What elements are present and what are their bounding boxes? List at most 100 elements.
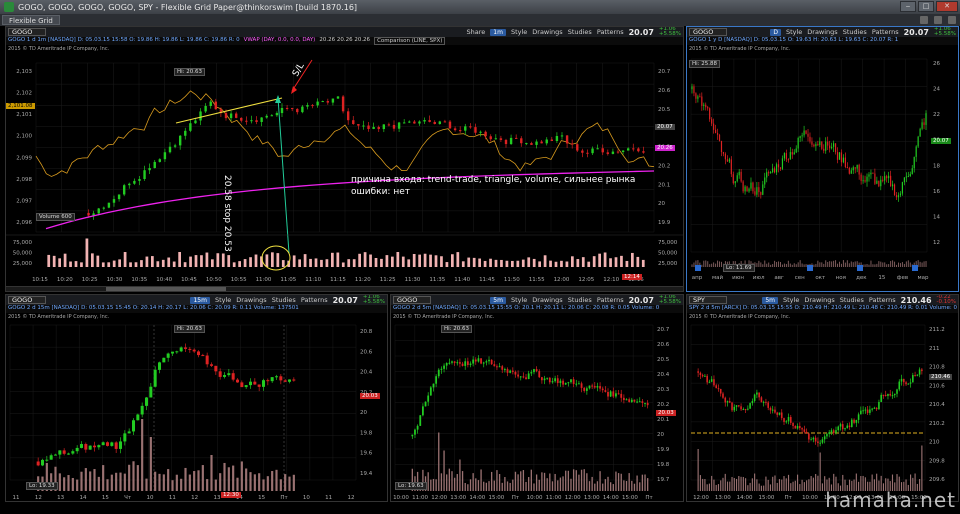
m5-candle (498, 366, 501, 368)
spy-candle (871, 408, 873, 410)
daily-candle (876, 180, 878, 184)
y-tick-label: 19.7 (657, 477, 670, 483)
volume-study-label[interactable]: Volume 600 (36, 213, 75, 221)
scrollbar-thumb[interactable] (106, 287, 226, 291)
volume-bar (751, 478, 753, 491)
x-tick-label: авг (774, 275, 784, 281)
last-price-tag: 20.07 (931, 138, 951, 144)
volume-bar (533, 483, 535, 491)
app-icon (4, 2, 14, 12)
chart-panel-15m: GOGO 15m Style Drawings Studies Patterns… (5, 294, 388, 502)
volume-bar (385, 255, 389, 267)
daily-candle (850, 170, 852, 174)
volume-bar (897, 262, 899, 267)
spy-candle (792, 422, 794, 427)
price-chart-main[interactable]: 2,103 2,102 2,101 2,100 2,099 2,098 2,097 2,096… (6, 27, 684, 292)
main-candle (178, 135, 182, 146)
volume-bar (210, 455, 213, 491)
main-candle (128, 183, 131, 186)
volume-bar (238, 261, 241, 267)
y-tick-label: 20.8 (360, 329, 373, 335)
price-chart-5m[interactable]: 20.7 20.6 20.5 20.4 20.3 20.2 20.1 20 19.9 19.8 19… (391, 295, 684, 502)
volume-bar (205, 252, 209, 267)
minimize-button[interactable]: ‒ (900, 1, 916, 12)
x-tick-label: 12 (191, 495, 198, 501)
maximize-button[interactable]: □ (918, 1, 934, 12)
volume-bar (429, 254, 432, 267)
y-tick-label: 2,102 (16, 91, 32, 97)
volume-bar (438, 432, 440, 491)
daily-candle (913, 156, 915, 169)
daily-candle (821, 141, 823, 149)
volume-bar (724, 473, 726, 491)
price-chart-daily[interactable]: 2624222018161412апрмайиюниюлавгсеноктноя… (687, 27, 959, 292)
m5-candle (466, 361, 469, 365)
volume-bar (896, 264, 898, 267)
price-chart-spy[interactable]: 211.2 211 210.8 210.6 210.4 210.2 210 209.8 209.… (687, 295, 959, 502)
earnings-marker-icon (912, 265, 918, 271)
m5-candle (456, 362, 459, 364)
daily-candle (909, 174, 911, 177)
x-tick-label: 12:10 (603, 277, 619, 283)
x-tick-label: 10:00 (527, 495, 543, 501)
volume-bar (193, 471, 196, 491)
volume-bar (870, 260, 872, 267)
volume-bar (617, 473, 620, 491)
grid-layout-icon[interactable] (920, 16, 928, 24)
volume-bar (445, 262, 449, 267)
last-price-tag: 20.03 (360, 393, 380, 399)
volume-bar (265, 254, 269, 267)
volume-bar (806, 480, 808, 491)
m15-candle (210, 364, 213, 366)
x-tick-label: 10:55 (231, 277, 247, 283)
daily-candle (787, 159, 789, 161)
m5-candle (601, 388, 604, 391)
time-scrollbar[interactable] (6, 286, 683, 291)
x-tick-label: 12:00 (565, 495, 581, 501)
daily-candle (773, 168, 776, 173)
y-tick-label: 19.8 (657, 462, 670, 468)
annotation-stop-price: 20.58 stop 20.53 (222, 175, 232, 252)
daily-candle (770, 172, 772, 174)
volume-bar (504, 477, 506, 491)
gear-icon[interactable] (948, 16, 956, 24)
volume-bar (785, 478, 787, 491)
m15-candle (132, 420, 135, 432)
y-tick-label: 20.1 (658, 182, 670, 188)
daily-candle (766, 172, 768, 178)
volume-bar (596, 481, 599, 491)
spy-candle (756, 392, 758, 395)
volume-bar (805, 264, 807, 267)
x-tick-label: 15:00 (758, 495, 774, 501)
x-tick-label: Пт (512, 495, 520, 501)
volume-bar (134, 262, 138, 267)
daily-candle (891, 184, 894, 187)
main-candle (87, 212, 90, 216)
close-button[interactable]: ✕ (936, 1, 958, 12)
volume-bar (423, 253, 427, 267)
spy-candle (866, 409, 869, 413)
spy-candle (776, 412, 779, 415)
volume-bar (214, 479, 217, 491)
m5-candle (501, 366, 504, 370)
spy-candle (918, 369, 921, 375)
daily-candle (842, 157, 845, 163)
volume-bar (509, 482, 511, 491)
tab-flexible-grid[interactable]: Flexible Grid (2, 15, 60, 25)
daily-candle (740, 171, 742, 182)
volume-bar (844, 262, 846, 267)
main-candle (352, 120, 355, 125)
m5-candle (607, 391, 609, 397)
x-tick-label: 10:15 (32, 277, 48, 283)
volume-bar (500, 259, 503, 267)
volume-bar (119, 472, 122, 491)
volume-bar (850, 261, 852, 267)
x-tick-label: 10 (147, 495, 154, 501)
main-candle (555, 136, 559, 141)
sl-arrow-head (291, 86, 297, 94)
volume-bar (588, 481, 591, 491)
daily-candle (777, 164, 780, 168)
volume-bar (623, 480, 625, 491)
link-icon[interactable] (934, 16, 942, 24)
spy-candle (889, 393, 892, 396)
